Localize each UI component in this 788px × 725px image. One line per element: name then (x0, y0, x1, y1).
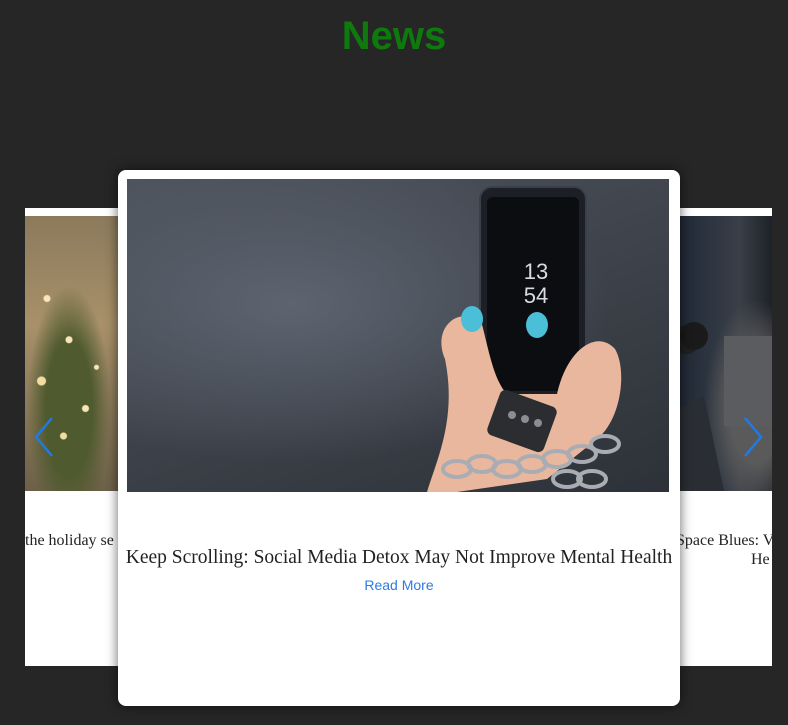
carousel-next-button[interactable] (737, 414, 767, 460)
carousel-card-active[interactable]: 13 54 Keep Scrolling: Social Media Detox… (118, 170, 680, 706)
card-image: 13 54 (127, 179, 669, 492)
chevron-left-icon (34, 417, 53, 457)
phone-chain-illustration: 13 54 (427, 186, 622, 492)
card-title: Space Blues: V (676, 532, 772, 549)
chevron-right-icon (744, 417, 763, 457)
read-more-link[interactable]: Read More (118, 577, 680, 593)
card-title-continued: He (751, 551, 770, 568)
carousel-prev-button[interactable] (30, 414, 60, 460)
card-title: the holiday se (25, 532, 114, 549)
card-title: Keep Scrolling: Social Media Detox May N… (125, 547, 673, 568)
phone-time-hour: 13 (524, 259, 548, 284)
phone-time-minute: 54 (524, 283, 548, 308)
page-title: News (341, 14, 447, 58)
